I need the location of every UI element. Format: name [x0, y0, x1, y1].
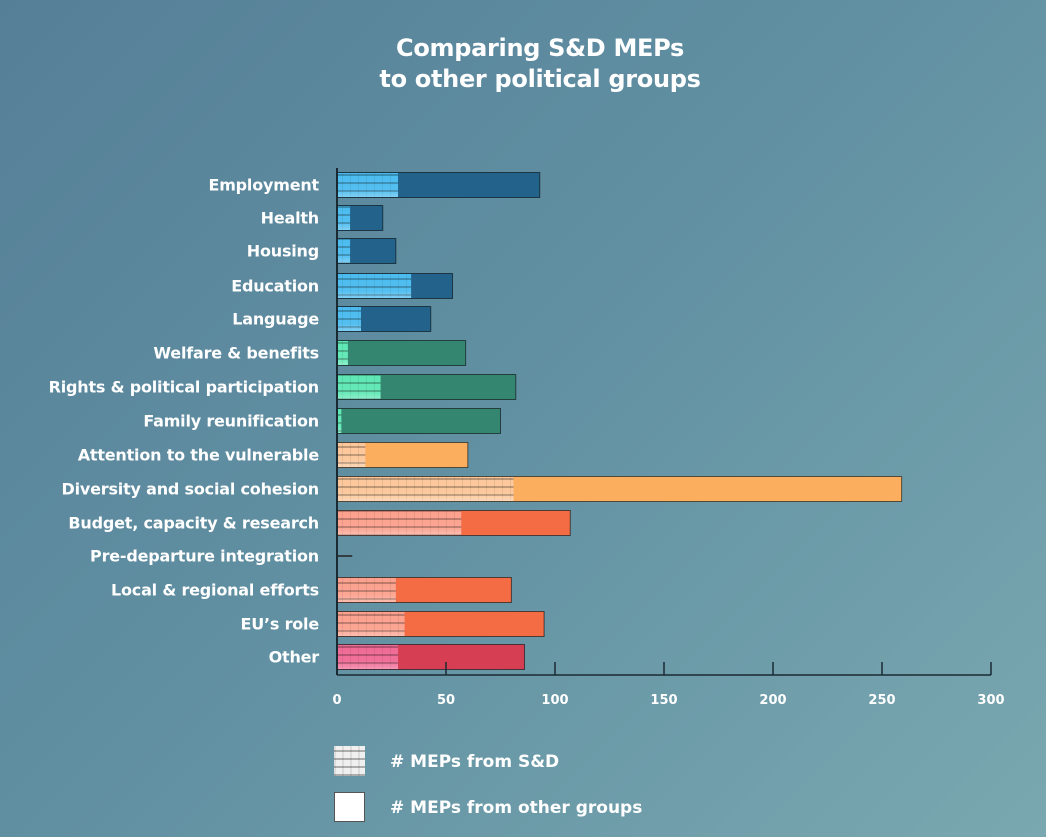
bar-sd-highlight — [337, 173, 399, 197]
legend-swatch-other — [334, 792, 365, 822]
bar-sd-highlight — [337, 443, 366, 467]
bar-sd-highlight — [337, 511, 462, 535]
legend-swatch-sd — [334, 746, 365, 776]
bar-sd-highlight — [337, 341, 348, 365]
x-tick-label: 150 — [650, 693, 678, 708]
bar-sd-highlight — [337, 375, 381, 399]
bar-chart — [336, 168, 992, 676]
bar-sd-highlight — [337, 239, 351, 263]
legend-label-other: # MEPs from other groups — [390, 798, 643, 818]
bar-sd-highlight — [337, 477, 514, 501]
bar-sd-highlight — [337, 274, 412, 298]
bar-sd-highlight — [337, 612, 405, 636]
x-tick-label: 200 — [759, 693, 787, 708]
x-tick-label: 250 — [868, 693, 896, 708]
bars-group — [336, 172, 903, 670]
bar-sd-highlight — [337, 645, 399, 669]
x-tick-label: 50 — [436, 693, 456, 708]
bar-sd-highlight — [337, 307, 361, 331]
x-tick-label: 0 — [332, 693, 342, 708]
x-tick-label: 300 — [977, 693, 1005, 708]
legend-label-sd: # MEPs from S&D — [390, 752, 560, 772]
bar-sd-highlight — [337, 578, 396, 602]
bar-other-groups — [336, 340, 467, 366]
bar-sd-highlight — [337, 206, 351, 230]
bar-other-groups — [336, 408, 501, 434]
x-tick-label: 100 — [541, 693, 569, 708]
